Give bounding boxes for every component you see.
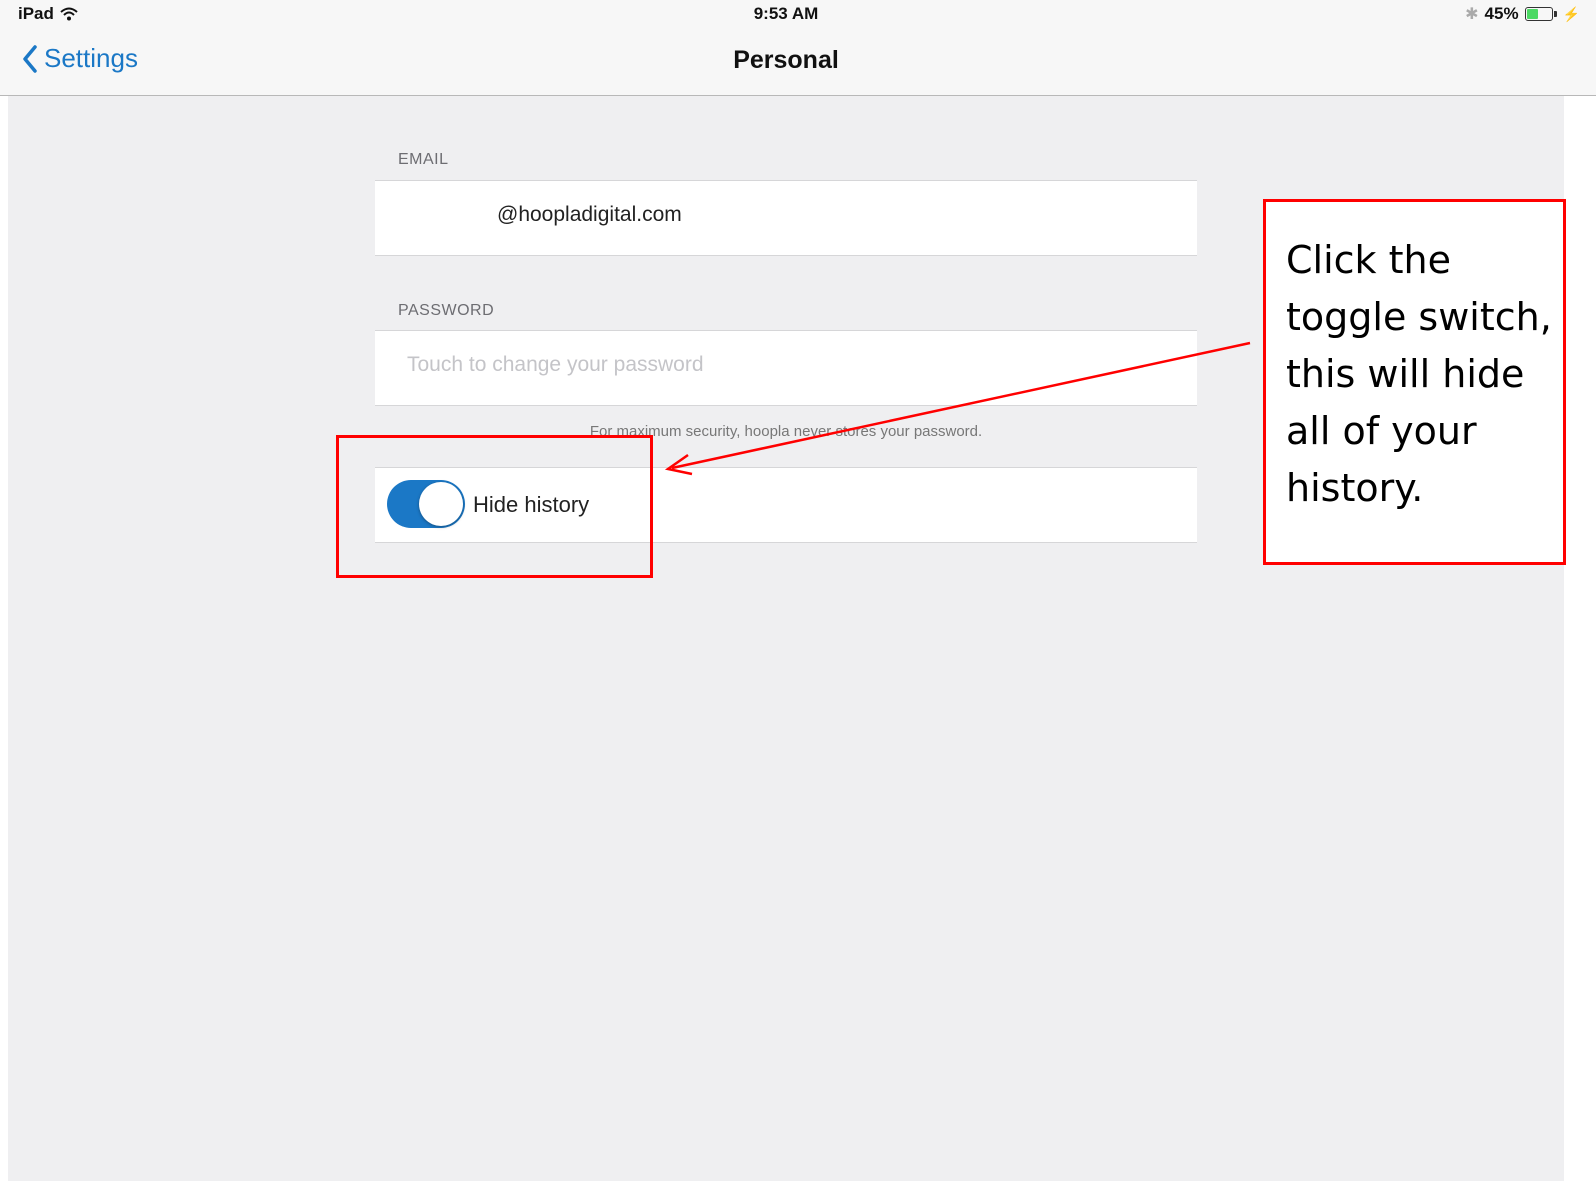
instruction-callout: Click the toggle switch, this will hide … — [1263, 199, 1566, 565]
annotation-arrow — [664, 341, 1251, 476]
instruction-text: Click the toggle switch, this will hide … — [1286, 238, 1552, 510]
